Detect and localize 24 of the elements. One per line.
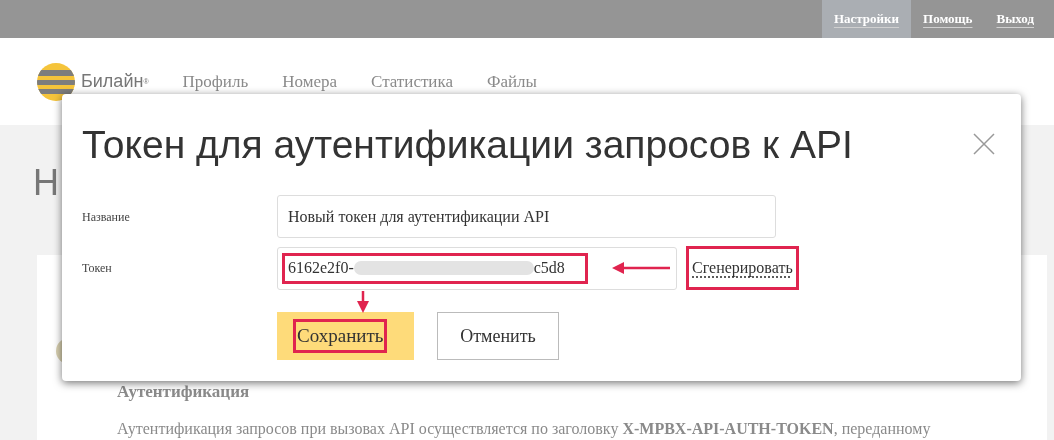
top-bar-link[interactable]: Помощь [911,0,985,38]
token-input[interactable]: 6162e2f0- c5d8 [277,246,677,290]
annotation-arrow [357,291,369,313]
logo-icon [37,62,75,101]
logo-text: Билайн$^{®}$ [81,70,149,93]
name-input[interactable]: Новый токен для аутентификации API [277,195,776,238]
top-bar-link[interactable]: Настройки [821,0,912,38]
top-bar-link[interactable]: Выход [984,0,1046,38]
nav-link[interactable]: Статистика [371,68,454,95]
nav-link[interactable]: Файлы [487,68,537,95]
generate-link[interactable]: Сгенерировать [686,246,799,290]
cancel-button[interactable]: Отменить [437,312,559,360]
token-value: 6162e2f0- c5d8 [282,252,588,284]
nav-link[interactable]: Номера [282,68,337,95]
field-label: Токен [82,260,113,277]
nav-link[interactable]: Профиль [182,68,249,95]
save-button[interactable]: Сохранить [277,312,414,360]
close-icon[interactable] [973,133,995,155]
modal-title: Токен для аутентификации запросов к API [82,122,853,168]
section-title: Аутентификация [117,381,251,403]
paragraph: Аутентификация запросов при вызовах API осуществляется по заголовку X-MPBX-API-AUTH-TOKEN, переданному [117,418,932,440]
page-heading: Н [33,161,59,205]
annotation-arrow [612,262,670,274]
field-label: Название [82,208,131,226]
